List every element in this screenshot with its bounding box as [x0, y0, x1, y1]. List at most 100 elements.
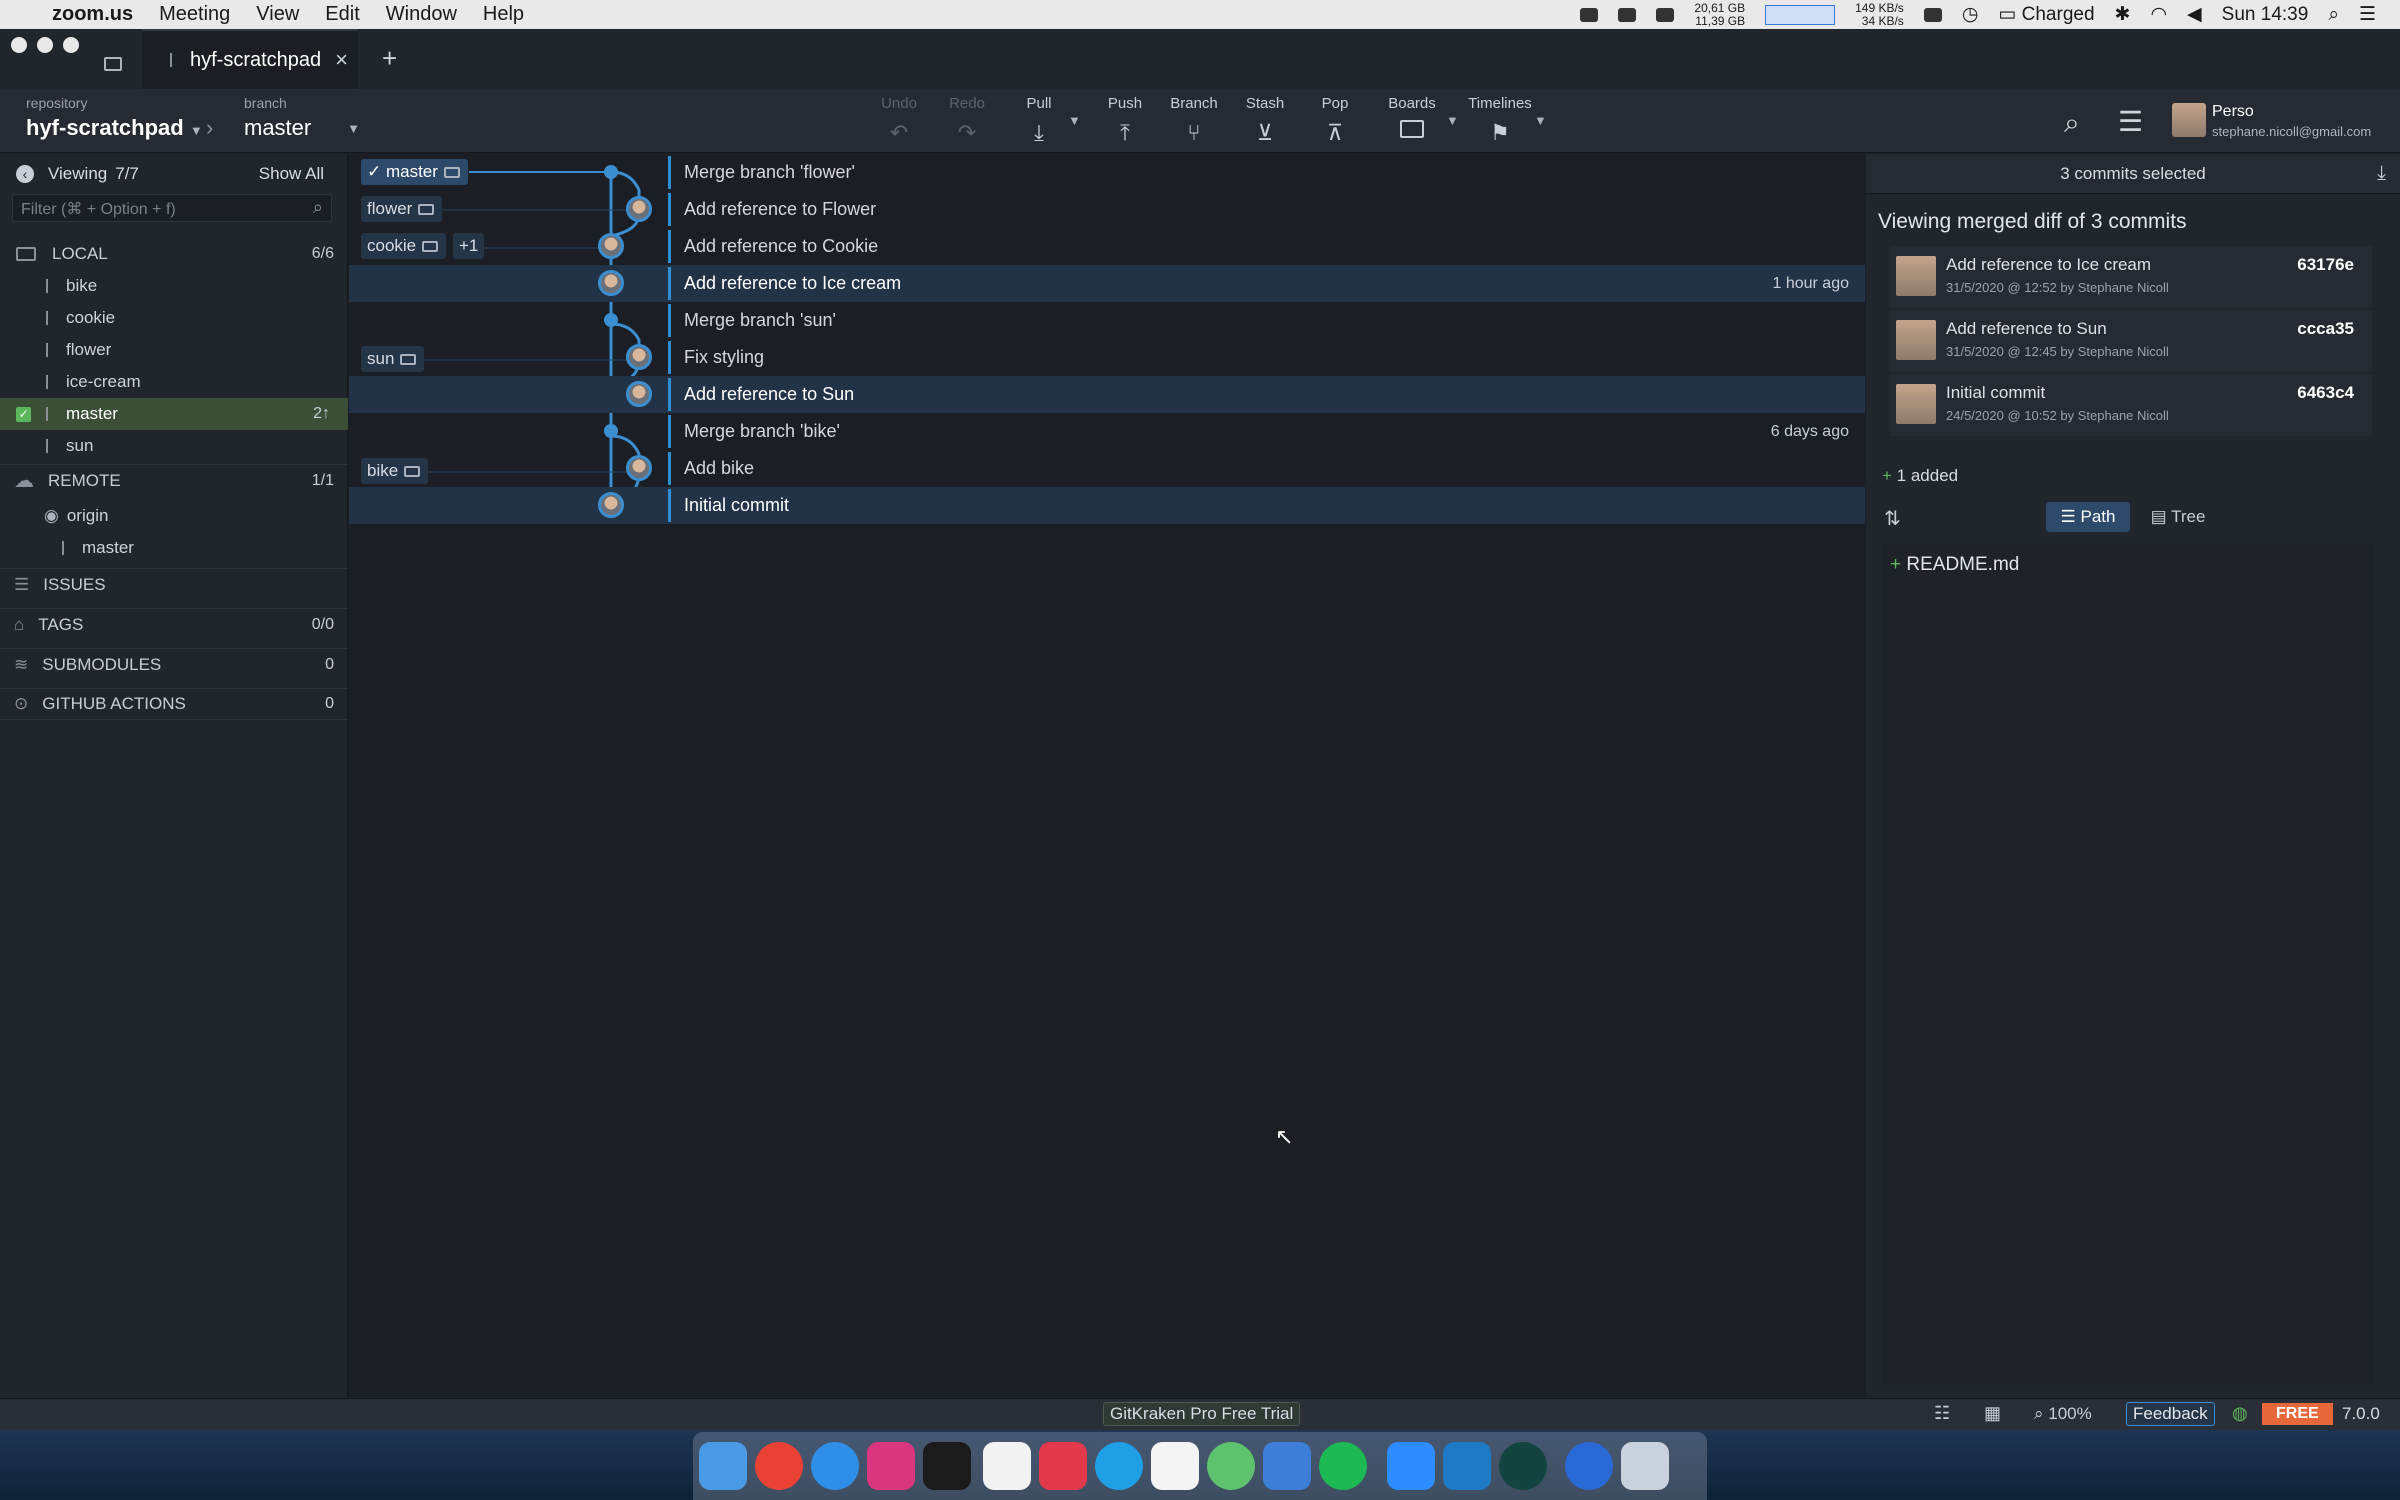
stash-button[interactable]: Stash ⊻: [1240, 95, 1290, 145]
menubar-view[interactable]: View: [256, 3, 299, 26]
redo-button[interactable]: Redo ↷: [944, 95, 990, 145]
submodules-section-header[interactable]: ≋ SUBMODULES 0: [0, 648, 348, 680]
timelines-button[interactable]: Timelines ⚑: [1464, 95, 1536, 145]
menubar-help[interactable]: Help: [483, 3, 524, 26]
selected-commit-card[interactable]: Initial commit 24/5/2020 @ 10:52 by Steph…: [1890, 374, 2372, 436]
search-icon[interactable]: ⌕: [2064, 107, 2080, 140]
trial-banner[interactable]: GitKraken Pro Free Trial: [1103, 1402, 1301, 1426]
commit-row[interactable]: Merge branch 'sun': [349, 302, 1865, 339]
sort-icon[interactable]: ⇅: [1884, 506, 1901, 531]
boards-chevron-down-icon[interactable]: ▼: [1446, 113, 1459, 128]
sidebar-branch-master[interactable]: ✓ master 2↑: [0, 398, 348, 430]
commit-avatar-node[interactable]: [598, 270, 624, 296]
commit-row[interactable]: Add reference to Flower: [349, 191, 1865, 228]
zoom-control[interactable]: ⌕ 100%: [2034, 1404, 2092, 1424]
push-button[interactable]: Push ⤒: [1104, 95, 1146, 145]
status-app-icon[interactable]: [1580, 7, 1599, 22]
tab-hyf-scratchpad[interactable]: hyf-scratchpad ×: [142, 29, 358, 89]
terminal-icon[interactable]: [923, 1442, 971, 1490]
merge-node[interactable]: [604, 165, 618, 179]
timelines-chevron-down-icon[interactable]: ▼: [1534, 113, 1547, 128]
sidebar-remote-branch-master[interactable]: master: [0, 532, 348, 564]
music-icon[interactable]: [1151, 1442, 1199, 1490]
new-tab-button[interactable]: +: [382, 43, 397, 74]
menubar-edit[interactable]: Edit: [325, 3, 359, 26]
minimize-window-button[interactable]: [37, 37, 53, 53]
tags-section-header[interactable]: ⌂ TAGS 0/0: [0, 608, 348, 640]
commit-row[interactable]: Merge branch 'flower': [349, 154, 1865, 191]
chrome-icon[interactable]: [755, 1442, 803, 1490]
filter-input[interactable]: Filter (⌘ + Option + f) ⌕: [12, 194, 332, 222]
sidebar-branch-ice-cream[interactable]: ice-cream: [0, 366, 348, 398]
tree-view-button[interactable]: ▤ Tree: [2136, 502, 2220, 532]
commit-avatar-node[interactable]: [598, 233, 624, 259]
remote-section-header[interactable]: ☁ REMOTE 1/1: [0, 464, 348, 496]
menubar-meeting[interactable]: Meeting: [159, 3, 230, 26]
show-all-link[interactable]: Show All: [259, 164, 324, 184]
bluetooth-icon[interactable]: ✱: [2115, 3, 2131, 26]
close-tab-icon[interactable]: ×: [335, 47, 348, 73]
commit-row[interactable]: Add reference to Sun: [349, 376, 1865, 413]
issues-section-header[interactable]: ☰ ISSUES: [0, 568, 348, 600]
commit-row[interactable]: Initial commit: [349, 487, 1865, 524]
pull-options-chevron-down-icon[interactable]: ▼: [1068, 113, 1081, 128]
commit-avatar-node[interactable]: [626, 196, 652, 222]
slack-icon[interactable]: [983, 1442, 1031, 1490]
trash-icon[interactable]: [1621, 1442, 1669, 1490]
commit-row[interactable]: Fix styling: [349, 339, 1865, 376]
spotify-icon[interactable]: [1319, 1442, 1367, 1490]
menubar-window[interactable]: Window: [386, 3, 457, 26]
1password-icon[interactable]: [1565, 1442, 1613, 1490]
sidebar-branch-flower[interactable]: flower: [0, 334, 348, 366]
activity-log-icon[interactable]: ☷: [1934, 1403, 1950, 1424]
commit-avatar-node[interactable]: [598, 492, 624, 518]
selected-commit-card[interactable]: Add reference to Ice cream 31/5/2020 @ 12…: [1890, 246, 2372, 308]
profile-avatar[interactable]: [2172, 103, 2206, 137]
intellij-icon[interactable]: [867, 1442, 915, 1490]
sidebar-branch-bike[interactable]: bike: [0, 270, 348, 302]
undo-button[interactable]: Undo ↶: [876, 95, 922, 145]
file-row-readme[interactable]: + README.md: [1890, 554, 2019, 576]
merge-node[interactable]: [604, 424, 618, 438]
layout-icon[interactable]: ▦: [1984, 1403, 2001, 1424]
sidebar-remote-origin[interactable]: ◉ origin: [0, 500, 348, 532]
gitkraken-icon[interactable]: ◍: [2232, 1403, 2248, 1424]
wifi-icon[interactable]: ◠: [2150, 3, 2167, 26]
zoom-app-icon[interactable]: [1387, 1442, 1435, 1490]
atom-icon[interactable]: [1207, 1442, 1255, 1490]
spotlight-icon[interactable]: ⌕: [2328, 4, 2339, 26]
commit-avatar-node[interactable]: [626, 381, 652, 407]
close-window-button[interactable]: [11, 37, 27, 53]
repository-selector[interactable]: hyf-scratchpad ▼: [26, 115, 203, 141]
commit-avatar-node[interactable]: [626, 344, 652, 370]
volume-icon[interactable]: ◀: [2187, 3, 2202, 26]
profile-name[interactable]: Perso: [2212, 103, 2254, 121]
docker-icon[interactable]: [1618, 7, 1637, 22]
commit-row[interactable]: Add reference to Cookie: [349, 228, 1865, 265]
branch-selector[interactable]: master ▼: [244, 115, 360, 141]
sidebar-branch-sun[interactable]: sun: [0, 430, 348, 462]
battery-status[interactable]: ▭ Charged: [1998, 3, 2094, 26]
selected-commit-card[interactable]: Add reference to Sun 31/5/2020 @ 12:45 by…: [1890, 310, 2372, 372]
local-section-header[interactable]: LOCAL 6/6: [0, 238, 348, 270]
boards-button[interactable]: Boards: [1384, 95, 1440, 138]
time-machine-icon[interactable]: ◷: [1962, 3, 1979, 26]
commit-avatar-node[interactable]: [626, 455, 652, 481]
free-badge[interactable]: FREE: [2262, 1403, 2333, 1425]
commit-row[interactable]: Add bike: [349, 450, 1865, 487]
gitkraken-dock-icon[interactable]: [1499, 1442, 1547, 1490]
menubar-app-name[interactable]: zoom.us: [52, 3, 133, 26]
notification-center-icon[interactable]: ☰: [2359, 3, 2376, 26]
feedback-button[interactable]: Feedback: [2126, 1402, 2215, 1426]
keyboard-icon[interactable]: [1923, 7, 1942, 22]
vscode-icon[interactable]: [1443, 1442, 1491, 1490]
skype-icon[interactable]: [1095, 1442, 1143, 1490]
commit-row[interactable]: Add reference to Ice cream 1 hour ago: [349, 265, 1865, 302]
zoom-window-button[interactable]: [63, 37, 79, 53]
download-icon[interactable]: ⤓: [2377, 162, 2386, 185]
path-view-button[interactable]: ☰ Path: [2046, 502, 2130, 532]
merge-node[interactable]: [604, 313, 618, 327]
pocket-icon[interactable]: [1039, 1442, 1087, 1490]
finder-icon[interactable]: [699, 1442, 747, 1490]
collapse-sidebar-icon[interactable]: ‹: [16, 165, 34, 183]
